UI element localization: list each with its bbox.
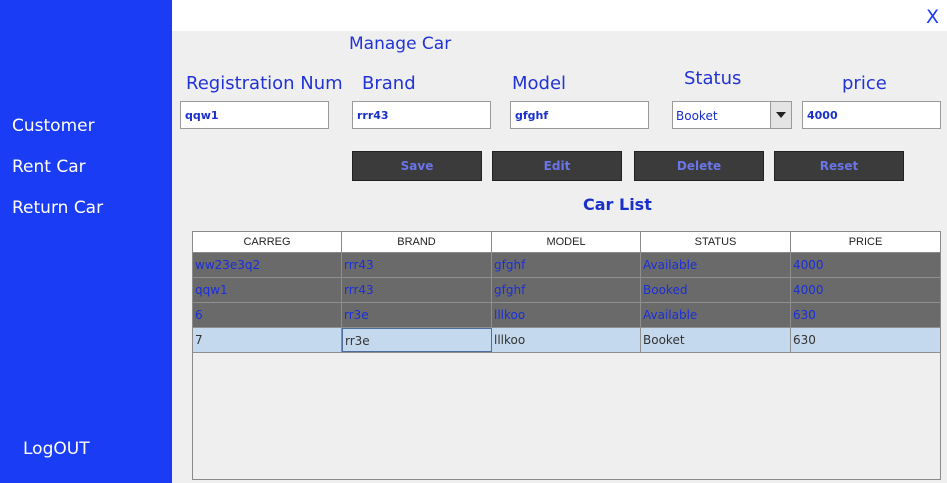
page-title: Manage Car <box>349 34 452 54</box>
chevron-down-icon <box>776 112 786 118</box>
table-cell: 630 <box>793 308 816 322</box>
table-cell: 630 <box>793 333 816 347</box>
table-cell: 4000 <box>793 283 824 297</box>
status-label: Status <box>684 68 742 89</box>
column-header-carreg[interactable]: CARREG <box>193 232 342 252</box>
table-cell: Booked <box>641 278 791 302</box>
column-header-status[interactable]: STATUS <box>641 232 791 252</box>
price-label: price <box>842 73 887 94</box>
status-dropdown-button[interactable] <box>770 102 791 128</box>
table-cell-focused[interactable]: rr3e <box>342 328 492 352</box>
table-cell: gfghf <box>492 278 641 302</box>
price-input[interactable] <box>802 101 941 129</box>
table-row[interactable]: 6 rr3e lllkoo Available 630 <box>193 303 940 328</box>
car-list-title: Car List <box>583 195 652 214</box>
edit-button[interactable]: Edit <box>492 151 622 181</box>
table-row-selected[interactable]: 7 rr3e lllkoo Booket 630 <box>193 328 940 353</box>
table-cell: lllkoo <box>492 328 641 352</box>
table-cell: Available <box>641 253 791 277</box>
table-cell: 7 <box>193 328 342 352</box>
status-select[interactable]: Booket <box>672 101 792 129</box>
table-header: CARREG BRAND MODEL STATUS PRICE <box>193 232 940 253</box>
column-header-model[interactable]: MODEL <box>492 232 641 252</box>
table-cell: 6 <box>193 303 342 327</box>
table-cell: lllkoo <box>492 303 641 327</box>
table-row[interactable]: qqw1 rrr43 gfghf Booked 4000 <box>193 278 940 303</box>
column-header-brand[interactable]: BRAND <box>342 232 492 252</box>
table-cell: ww23e3q2 <box>193 253 342 277</box>
save-button[interactable]: Save <box>352 151 482 181</box>
table-cell: qqw1 <box>193 278 342 302</box>
close-button[interactable]: X <box>926 6 939 28</box>
table-cell: Booket <box>641 328 791 352</box>
table-cell: rrr43 <box>342 278 492 302</box>
registration-input[interactable] <box>180 101 329 129</box>
brand-input[interactable] <box>352 101 491 129</box>
registration-label: Registration Num <box>186 73 343 94</box>
reset-button[interactable]: Reset <box>774 151 904 181</box>
table-cell: 4000 <box>793 258 824 272</box>
delete-button[interactable]: Delete <box>634 151 764 181</box>
table-cell: rr3e <box>342 303 492 327</box>
logout-button[interactable]: LogOUT <box>23 439 90 459</box>
sidebar-item-rent-car[interactable]: Rent Car <box>12 157 86 177</box>
sidebar: Customer Rent Car Return Car LogOUT <box>0 0 172 483</box>
status-select-value: Booket <box>676 109 718 123</box>
model-input[interactable] <box>510 101 649 129</box>
table-row[interactable]: ww23e3q2 rrr43 gfghf Available 4000 <box>193 253 940 278</box>
table-cell: Available <box>641 303 791 327</box>
column-header-price[interactable]: PRICE <box>791 232 940 252</box>
sidebar-item-return-car[interactable]: Return Car <box>12 198 103 218</box>
table-cell: gfghf <box>492 253 641 277</box>
model-label: Model <box>512 73 567 94</box>
car-table[interactable]: CARREG BRAND MODEL STATUS PRICE ww23e3q2… <box>192 231 941 480</box>
brand-label: Brand <box>362 73 416 94</box>
table-cell: rrr43 <box>342 253 492 277</box>
sidebar-item-customer[interactable]: Customer <box>12 116 95 136</box>
